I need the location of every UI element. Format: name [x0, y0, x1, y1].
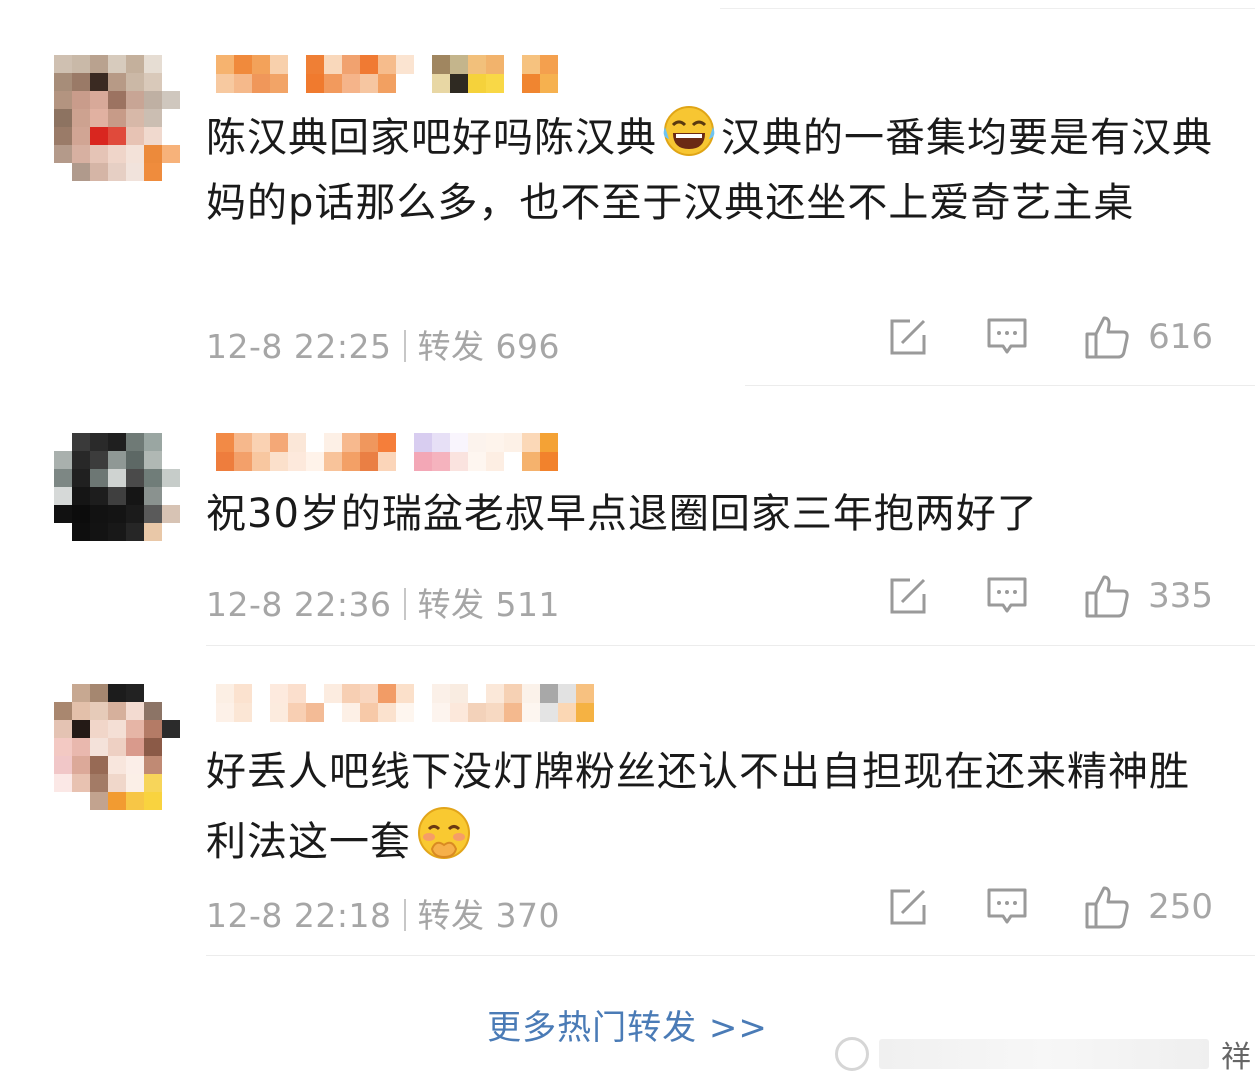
- avatar[interactable]: [54, 55, 180, 181]
- like-count: 616: [1148, 317, 1213, 357]
- laughing-tears-emoji: [663, 106, 715, 156]
- share-icon: [890, 319, 926, 355]
- weibo-logo-icon: [835, 1037, 869, 1071]
- like-icon: [1085, 575, 1129, 618]
- share-button[interactable]: [888, 317, 928, 357]
- comment-meta: 12-8 22:25 转发 696: [206, 320, 560, 368]
- comment-icon: [987, 888, 1027, 924]
- watermark-char: 祥: [1221, 1040, 1251, 1075]
- comment-button[interactable]: [986, 317, 1028, 357]
- comment-button[interactable]: [986, 576, 1028, 616]
- share-icon: [890, 889, 926, 925]
- repost-count: 370: [495, 896, 560, 935]
- like-icon: [1085, 316, 1129, 359]
- weibo-watermark: 祥: [835, 1028, 1255, 1080]
- watermark-blurred-text: [879, 1039, 1209, 1069]
- like-count: 250: [1148, 887, 1213, 927]
- avatar[interactable]: [54, 684, 180, 810]
- comment-icon: [987, 577, 1027, 613]
- username-blurred[interactable]: [216, 55, 558, 93]
- share-button[interactable]: [888, 887, 928, 927]
- repost-label: 转发: [417, 585, 485, 624]
- meta-separator: [403, 588, 406, 620]
- comment-meta: 12-8 22:36 转发 511: [206, 578, 560, 626]
- avatar[interactable]: [54, 433, 180, 559]
- comment-divider: [745, 385, 1255, 386]
- comment-button[interactable]: [986, 887, 1028, 927]
- comment-actions: 616: [888, 314, 1213, 360]
- comment-text: 好丢人吧线下没灯牌粉丝还认不出自担现在还来精神胜利法这一套: [206, 749, 1190, 865]
- share-icon: [890, 578, 926, 614]
- repost-label: 转发: [417, 896, 485, 935]
- comment-divider: [206, 645, 1255, 646]
- meta-separator: [403, 899, 406, 931]
- username-blurred[interactable]: [216, 433, 558, 471]
- like-button[interactable]: 616: [1084, 314, 1213, 360]
- comment-divider: [206, 955, 1255, 956]
- timestamp: 12-8 22:36: [206, 585, 392, 624]
- meta-separator: [403, 330, 406, 362]
- like-count: 335: [1148, 576, 1213, 616]
- comment-text: 陈汉典回家吧好吗陈汉典 汉典的一番集均要是有汉典妈的p话那么多，也不至于汉典还坐不…: [206, 105, 1216, 236]
- pleading-emoji: [418, 807, 470, 859]
- top-divider: [720, 8, 1255, 9]
- timestamp: 12-8 22:25: [206, 327, 392, 366]
- share-button[interactable]: [888, 576, 928, 616]
- comment-meta: 12-8 22:18 转发 370: [206, 889, 560, 937]
- comment-text: 祝30岁的瑞盆老叔早点退圈回家三年抱两好了: [206, 491, 1038, 537]
- username-blurred[interactable]: [216, 684, 594, 722]
- comment-actions: 250: [888, 884, 1213, 930]
- repost-count: 696: [495, 327, 560, 366]
- repost-count: 511: [495, 585, 560, 624]
- comment-actions: 335: [888, 573, 1213, 619]
- comment-icon: [987, 318, 1027, 354]
- like-button[interactable]: 335: [1084, 573, 1213, 619]
- like-icon: [1085, 886, 1129, 929]
- like-button[interactable]: 250: [1084, 884, 1213, 930]
- repost-label: 转发: [417, 327, 485, 366]
- timestamp: 12-8 22:18: [206, 896, 392, 935]
